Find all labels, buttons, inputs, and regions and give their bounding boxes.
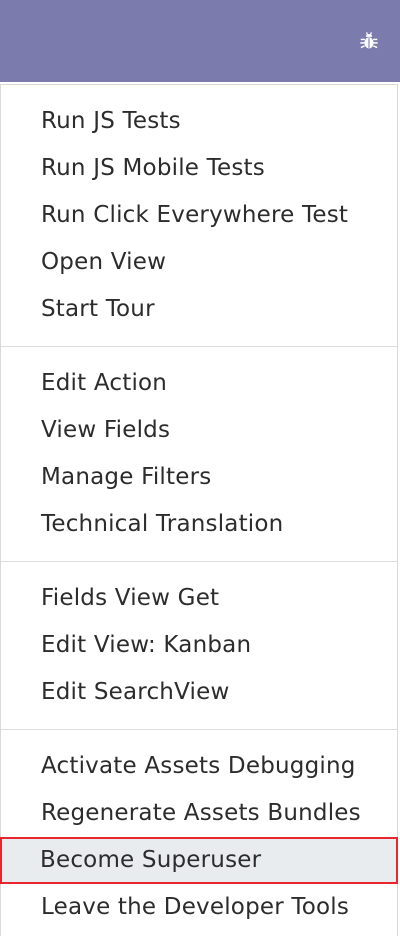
- menu-item-fields-view-get[interactable]: Fields View Get: [1, 575, 397, 622]
- menu-item-leave-developer-tools[interactable]: Leave the Developer Tools: [1, 884, 397, 931]
- menu-item-edit-view-kanban[interactable]: Edit View: Kanban: [1, 622, 397, 669]
- menu-item-manage-filters[interactable]: Manage Filters: [1, 454, 397, 501]
- menu-item-edit-action[interactable]: Edit Action: [1, 360, 397, 407]
- menu-item-become-superuser[interactable]: Become Superuser: [0, 837, 398, 884]
- menu-item-edit-searchview[interactable]: Edit SearchView: [1, 669, 397, 716]
- menu-group-developer: Activate Assets Debugging Regenerate Ass…: [0, 730, 398, 944]
- menu-item-start-tour[interactable]: Start Tour: [1, 286, 397, 333]
- menu-group-action: Edit Action View Fields Manage Filters T…: [1, 347, 397, 562]
- bug-icon: [360, 32, 378, 49]
- menu-item-open-view[interactable]: Open View: [1, 239, 397, 286]
- menu-group-view: Fields View Get Edit View: Kanban Edit S…: [1, 562, 397, 730]
- menu-group-tests: Run JS Tests Run JS Mobile Tests Run Cli…: [1, 85, 397, 347]
- developer-tools-dropdown: Run JS Tests Run JS Mobile Tests Run Cli…: [0, 84, 398, 936]
- menu-item-run-js-mobile-tests[interactable]: Run JS Mobile Tests: [1, 145, 397, 192]
- menu-item-view-fields[interactable]: View Fields: [1, 407, 397, 454]
- menu-item-activate-assets-debugging[interactable]: Activate Assets Debugging: [1, 743, 397, 790]
- menu-item-run-click-everywhere-test[interactable]: Run Click Everywhere Test: [1, 192, 397, 239]
- menu-item-technical-translation[interactable]: Technical Translation: [1, 501, 397, 548]
- menu-item-run-js-tests[interactable]: Run JS Tests: [1, 98, 397, 145]
- top-navbar: [0, 0, 400, 82]
- debug-menu-toggle[interactable]: [356, 28, 382, 54]
- menu-item-regenerate-assets-bundles[interactable]: Regenerate Assets Bundles: [1, 790, 397, 837]
